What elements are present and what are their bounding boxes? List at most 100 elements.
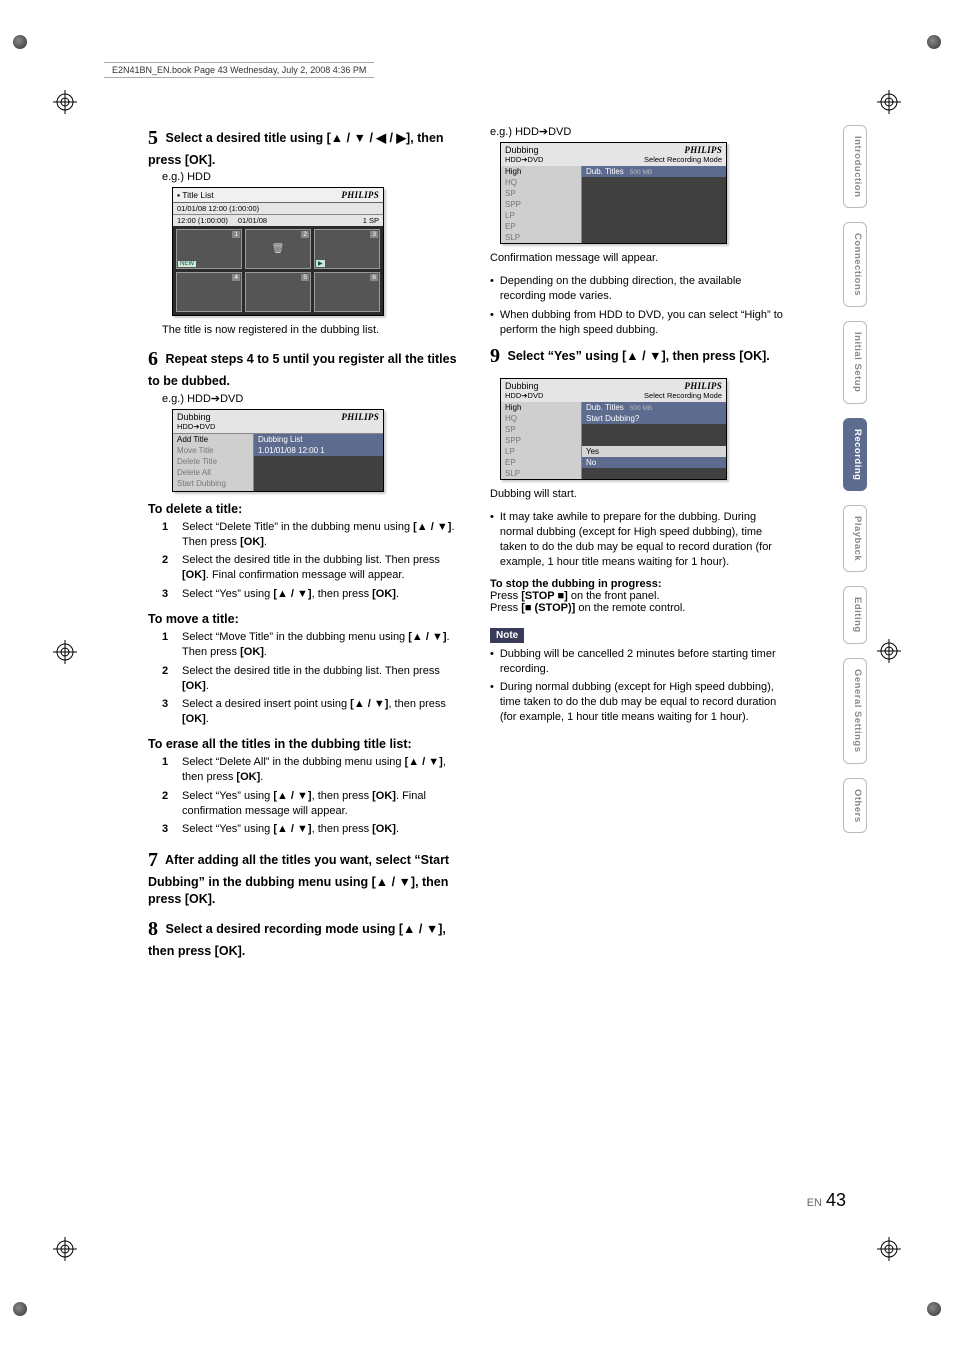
osd-tile: 1NEW	[176, 229, 242, 269]
osd-menu-row: SLP	[501, 232, 726, 243]
stop-heading: To stop the dubbing in progress:	[490, 578, 788, 590]
procedure-step: 2Select “Yes” using [▲ / ▼], then press …	[162, 789, 460, 819]
example-label: e.g.) HDD➔DVD	[162, 392, 460, 405]
procedure-step: 3Select “Yes” using [▲ / ▼], then press …	[162, 822, 460, 837]
osd-menu-row: Add TitleDubbing List	[173, 434, 383, 445]
step-9-text: Select “Yes” using [▲ / ▼], then press […	[507, 349, 769, 363]
register-mark-icon	[877, 1237, 901, 1261]
brand-label: PHILIPS	[341, 190, 379, 200]
osd-menu-row: EP	[501, 221, 726, 232]
procedure-step: 1Select “Delete Title” in the dubbing me…	[162, 520, 460, 550]
osd-sub-right: Select Recording Mode	[644, 391, 722, 400]
osd-menu-row: Start Dubbing	[173, 478, 383, 489]
section-tab[interactable]: Introduction	[843, 125, 867, 208]
section-tab[interactable]: Others	[843, 778, 867, 834]
left-column: 5 Select a desired title using [▲ / ▼ / …	[148, 125, 460, 968]
step-5-heading: 5 Select a desired title using [▲ / ▼ / …	[148, 125, 460, 169]
step-number: 7	[148, 849, 158, 871]
register-mark-icon	[53, 640, 77, 664]
corner-dot	[927, 35, 941, 49]
osd-sub-right: Select Recording Mode	[644, 155, 722, 164]
step-5-text: Select a desired title using [▲ / ▼ / ◀ …	[148, 131, 444, 167]
folio-text: E2N41BN_EN.book Page 43 Wednesday, July …	[104, 62, 374, 78]
procedure-step: 2Select the desired title in the dubbing…	[162, 553, 460, 583]
osd-menu-row: SP	[501, 424, 726, 435]
procedure-step: 1Select “Move Title” in the dubbing menu…	[162, 630, 460, 660]
procedure-step: 3Select a desired insert point using [▲ …	[162, 697, 460, 727]
start-text: Dubbing will start.	[490, 488, 788, 500]
example-label: e.g.) HDD➔DVD	[490, 125, 788, 138]
step-number: 5	[148, 127, 158, 149]
osd-menu-row: Delete All	[173, 467, 383, 478]
right-column: e.g.) HDD➔DVD Dubbing HDD➔DVD PHILIPS Se…	[490, 125, 788, 968]
section-tab[interactable]: General Settings	[843, 658, 867, 764]
section-tab[interactable]: Editing	[843, 586, 867, 644]
osd-tile: 5	[245, 272, 311, 312]
step-8-heading: 8 Select a desired recording mode using …	[148, 916, 460, 960]
osd-menu-row	[173, 489, 383, 491]
page-number: EN43	[807, 1190, 846, 1211]
osd-title: Dubbing	[505, 381, 543, 391]
osd-menu-row: HighDub. Titles500 MB	[501, 166, 726, 177]
osd-tile: 3▶	[314, 229, 380, 269]
brand-label: PHILIPS	[341, 412, 379, 422]
osd-dubbing-list: Dubbing HDD➔DVD PHILIPS Add TitleDubbing…	[172, 409, 384, 492]
osd-menu-row: HQStart Dubbing?	[501, 413, 726, 424]
step-number: 8	[148, 918, 158, 940]
bullet-text: Depending on the dubbing direction, the …	[490, 274, 788, 304]
osd-line: 01/01/08 12:00 (1:00:00)	[173, 203, 383, 215]
bullet-text: During normal dubbing (except for High s…	[490, 680, 788, 725]
osd-menu-row: Delete Title	[173, 456, 383, 467]
stop-line: Press [■ (STOP)] on the remote control.	[490, 602, 788, 614]
register-mark-icon	[53, 90, 77, 114]
corner-dot	[13, 35, 27, 49]
osd-menu-row: HQ	[501, 177, 726, 188]
section-tab[interactable]: Initial Setup	[843, 321, 867, 403]
example-label: e.g.) HDD	[162, 171, 460, 183]
stop-dubbing-box: To stop the dubbing in progress: Press […	[490, 578, 788, 614]
osd-menu-row: SP	[501, 188, 726, 199]
corner-dot	[13, 1302, 27, 1316]
osd-menu-row: EPNo	[501, 457, 726, 468]
procedure-step: 3Select “Yes” using [▲ / ▼], then press …	[162, 587, 460, 602]
osd-line: 12:00 (1:00:00)01/01/081 SP	[173, 215, 383, 226]
osd-tile: 2🗑	[245, 229, 311, 269]
step-number: 6	[148, 348, 158, 370]
register-mark-icon	[877, 639, 901, 663]
step-6-text: Repeat steps 4 to 5 until you register a…	[148, 352, 457, 388]
step-6-heading: 6 Repeat steps 4 to 5 until you register…	[148, 346, 460, 390]
osd-menu-row: SPP	[501, 435, 726, 446]
move-title-heading: To move a title:	[148, 612, 460, 626]
osd-title: Dubbing	[177, 412, 215, 422]
step-9-heading: 9 Select “Yes” using [▲ / ▼], then press…	[490, 343, 788, 370]
section-tab[interactable]: Playback	[843, 505, 867, 572]
osd-menu-row: SLP	[501, 468, 726, 479]
step-7-heading: 7 After adding all the titles you want, …	[148, 847, 460, 908]
section-tab[interactable]: Recording	[843, 418, 867, 491]
osd-menu-row: LP	[501, 210, 726, 221]
register-mark-icon	[53, 1237, 77, 1261]
confirm-text: Confirmation message will appear.	[490, 252, 788, 264]
bullet-text: Dubbing will be cancelled 2 minutes befo…	[490, 647, 788, 677]
section-tab[interactable]: Connections	[843, 222, 867, 307]
note-badge: Note	[490, 628, 524, 643]
delete-title-heading: To delete a title:	[148, 502, 460, 516]
register-mark-icon	[877, 90, 901, 114]
osd-sub: HDD➔DVD	[505, 391, 543, 400]
caption-text: The title is now registered in the dubbi…	[162, 324, 460, 336]
osd-start-dubbing: Dubbing HDD➔DVD PHILIPS Select Recording…	[500, 378, 727, 480]
step-number: 9	[490, 345, 500, 367]
osd-recording-mode: Dubbing HDD➔DVD PHILIPS Select Recording…	[500, 142, 727, 244]
step-8-text: Select a desired recording mode using [▲…	[148, 922, 446, 958]
osd-title: Dubbing	[505, 145, 543, 155]
stop-line: Press [STOP ■] on the front panel.	[490, 590, 788, 602]
osd-menu-row: SPP	[501, 199, 726, 210]
step-7-text: After adding all the titles you want, se…	[148, 853, 449, 906]
section-tabs: Introduction Connections Initial Setup Reco…	[843, 125, 867, 833]
brand-label: PHILIPS	[644, 381, 722, 391]
bullet-text: When dubbing from HDD to DVD, you can se…	[490, 308, 788, 338]
osd-menu-row: Move Title1.01/01/08 12:00 1	[173, 445, 383, 456]
osd-tile: 4	[176, 272, 242, 312]
corner-dot	[927, 1302, 941, 1316]
erase-all-heading: To erase all the titles in the dubbing t…	[148, 737, 460, 751]
